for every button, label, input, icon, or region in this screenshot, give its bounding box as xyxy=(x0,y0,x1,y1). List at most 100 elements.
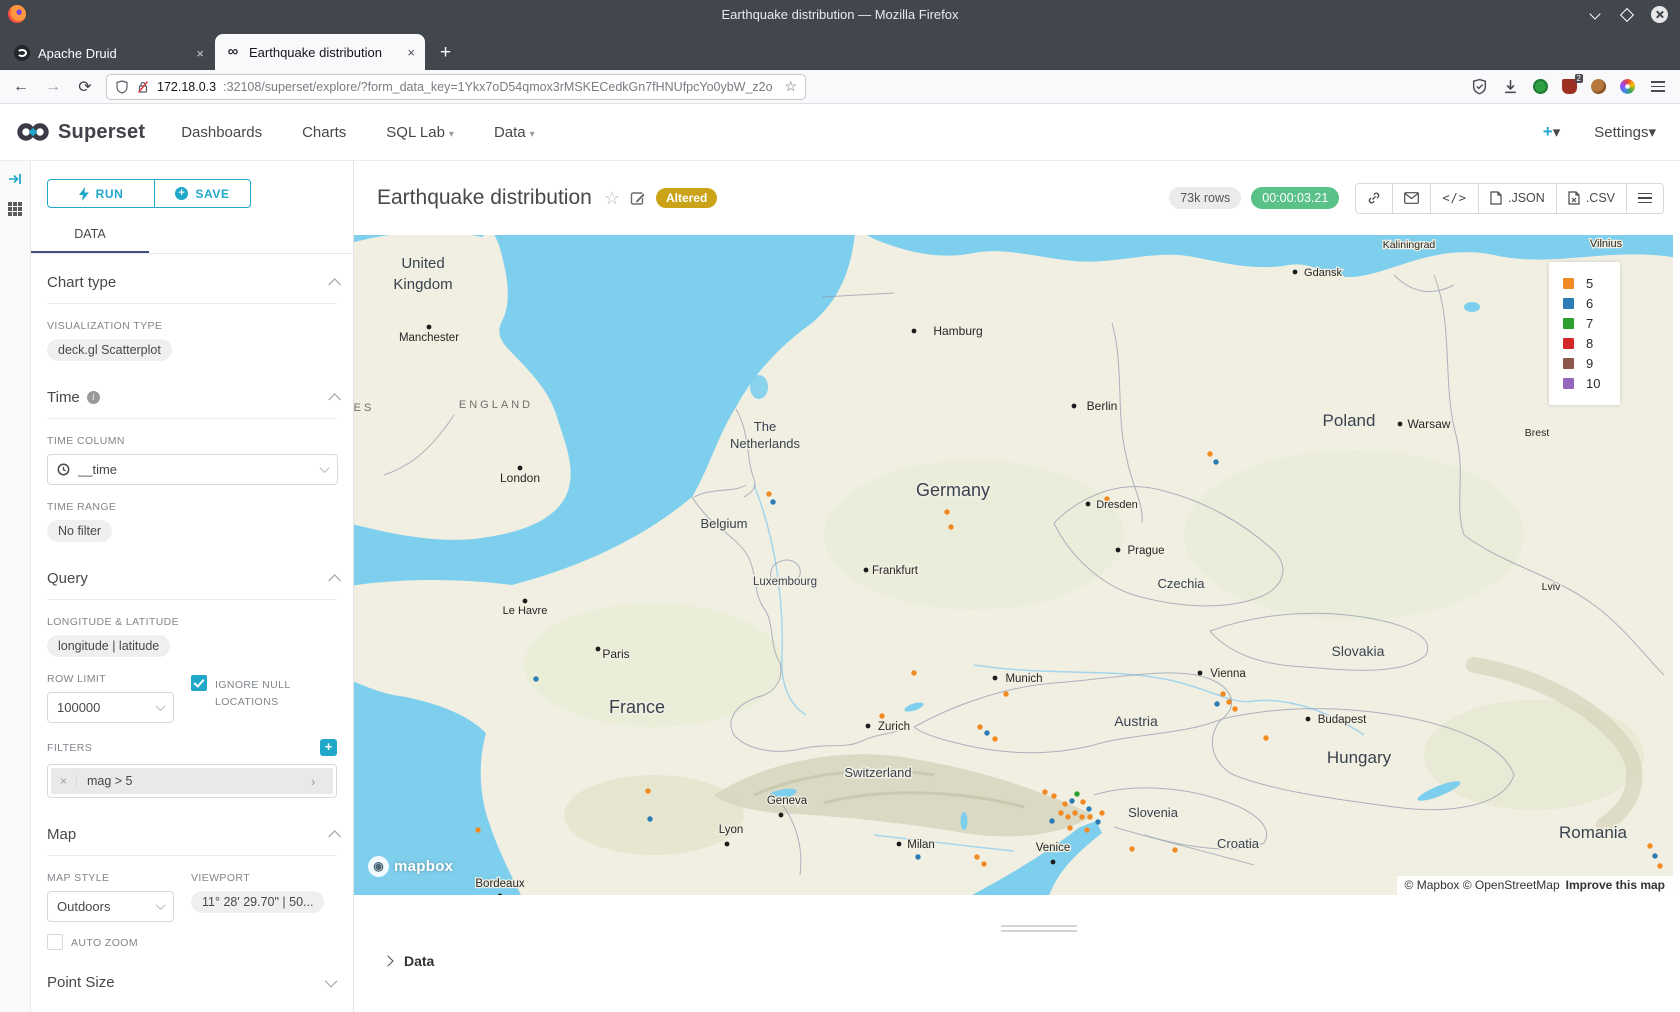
section-chart-type[interactable]: Chart type xyxy=(47,274,337,304)
info-icon[interactable]: i xyxy=(87,391,100,404)
earthquake-point[interactable] xyxy=(647,816,652,821)
bookmark-star-icon[interactable]: ☆ xyxy=(784,78,797,95)
settings-menu[interactable]: Settings▾ xyxy=(1594,123,1656,141)
earthquake-point[interactable] xyxy=(645,788,650,793)
earthquake-point[interactable] xyxy=(1074,791,1079,796)
tracking-shield-icon[interactable] xyxy=(115,80,129,94)
earthquake-point[interactable] xyxy=(475,827,480,832)
new-tab-button[interactable]: + xyxy=(426,42,465,70)
attribution-text[interactable]: © Mapbox © OpenStreetMap xyxy=(1405,878,1560,892)
copy-link-button[interactable] xyxy=(1356,184,1393,213)
time-column-select[interactable]: __time xyxy=(47,454,338,485)
earthquake-point[interactable] xyxy=(1657,863,1662,868)
earthquake-point[interactable] xyxy=(533,676,538,681)
earthquake-point[interactable] xyxy=(1067,825,1072,830)
earthquake-point[interactable] xyxy=(915,854,920,859)
filter-item[interactable]: × mag > 5 › xyxy=(51,768,333,794)
earthquake-point[interactable] xyxy=(1065,814,1070,819)
earthquake-point[interactable] xyxy=(944,509,949,514)
protections-shield-icon[interactable] xyxy=(1471,78,1488,95)
chart-menu-button[interactable] xyxy=(1627,184,1663,213)
reload-button[interactable]: ⟳ xyxy=(74,77,96,97)
earthquake-point[interactable] xyxy=(1042,789,1047,794)
earthquake-point[interactable] xyxy=(1099,810,1104,815)
save-button[interactable]: + SAVE xyxy=(155,179,251,208)
earthquake-point[interactable] xyxy=(981,861,986,866)
nav-dashboards[interactable]: Dashboards xyxy=(181,124,262,141)
earthquake-point[interactable] xyxy=(1062,801,1067,806)
viewport-value[interactable]: 11° 28' 29.70" | 50... xyxy=(191,891,324,913)
earthquake-point[interactable] xyxy=(1213,459,1218,464)
tab-close-icon[interactable]: × xyxy=(196,46,204,61)
earthquake-point[interactable] xyxy=(1226,699,1231,704)
expand-panel-icon[interactable] xyxy=(7,171,23,187)
earthquake-point[interactable] xyxy=(1652,853,1657,858)
data-panel-toggle[interactable]: Data xyxy=(384,953,434,969)
earthquake-point[interactable] xyxy=(1214,701,1219,706)
nav-data[interactable]: Data▾ xyxy=(494,124,535,141)
earthquake-point[interactable] xyxy=(1080,799,1085,804)
earthquake-point[interactable] xyxy=(1220,691,1225,696)
section-point-size[interactable]: Point Size xyxy=(47,974,337,1003)
email-button[interactable] xyxy=(1393,184,1431,213)
legend-item[interactable]: 10 xyxy=(1563,376,1604,391)
earthquake-point[interactable] xyxy=(1647,843,1652,848)
tab-apache-druid[interactable]: Apache Druid × xyxy=(4,36,214,70)
new-item-button[interactable]: +▾ xyxy=(1543,122,1560,142)
cookie-extension-icon[interactable] xyxy=(1591,79,1606,94)
earthquake-point[interactable] xyxy=(1003,691,1008,696)
window-minimize-button[interactable] xyxy=(1589,8,1602,21)
section-time[interactable]: Time i xyxy=(47,389,337,419)
ublock-extension-icon[interactable] xyxy=(1562,79,1577,94)
viz-type-value[interactable]: deck.gl Scatterplot xyxy=(47,339,172,361)
tab-data[interactable]: DATA xyxy=(31,218,149,253)
earthquake-point[interactable] xyxy=(1232,706,1237,711)
earthquake-point[interactable] xyxy=(1072,810,1077,815)
earthquake-point[interactable] xyxy=(992,736,997,741)
chevron-right-icon[interactable]: › xyxy=(311,774,333,789)
tab-earthquake-distribution[interactable]: ∞ Earthquake distribution × xyxy=(215,34,425,70)
nav-sql-lab[interactable]: SQL Lab▾ xyxy=(386,124,454,141)
back-button[interactable]: ← xyxy=(10,78,32,96)
lonlat-value[interactable]: longitude | latitude xyxy=(47,635,170,657)
earthquake-point[interactable] xyxy=(1049,818,1054,823)
nav-charts[interactable]: Charts xyxy=(302,124,346,141)
earthquake-point[interactable] xyxy=(1129,846,1134,851)
run-button[interactable]: RUN xyxy=(47,179,155,208)
earthquake-point[interactable] xyxy=(1058,810,1063,815)
downloads-icon[interactable] xyxy=(1502,78,1519,95)
deckgl-map[interactable]: UnitedKingdomENGLANDESFranceTheNetherlan… xyxy=(354,235,1673,895)
earthquake-point[interactable] xyxy=(770,499,775,504)
embed-code-button[interactable]: </> xyxy=(1431,184,1479,213)
legend-item[interactable]: 7 xyxy=(1563,316,1604,331)
window-maximize-button[interactable] xyxy=(1620,8,1633,21)
legend-item[interactable]: 5 xyxy=(1563,276,1604,291)
forward-button[interactable]: → xyxy=(42,78,64,96)
earthquake-point[interactable] xyxy=(948,524,953,529)
earthquake-point[interactable] xyxy=(1069,798,1074,803)
earthquake-point[interactable] xyxy=(1086,806,1091,811)
earthquake-point[interactable] xyxy=(1084,827,1089,832)
earthquake-point[interactable] xyxy=(1172,847,1177,852)
earthquake-point[interactable] xyxy=(1207,451,1212,456)
earthquake-point[interactable] xyxy=(766,491,771,496)
earthquake-point[interactable] xyxy=(1087,814,1092,819)
colorful-extension-icon[interactable] xyxy=(1620,79,1635,94)
section-query[interactable]: Query xyxy=(47,570,337,600)
time-range-value[interactable]: No filter xyxy=(47,520,112,542)
earthquake-point[interactable] xyxy=(911,670,916,675)
url-bar[interactable]: 172.18.0.3:32108/superset/explore/?form_… xyxy=(106,74,806,100)
improve-map-link[interactable]: Improve this map xyxy=(1566,878,1665,892)
auto-zoom-checkbox[interactable] xyxy=(47,934,63,950)
remove-filter-icon[interactable]: × xyxy=(51,774,77,788)
pane-drag-handle[interactable] xyxy=(1001,925,1077,935)
earthquake-point[interactable] xyxy=(977,724,982,729)
earthquake-point[interactable] xyxy=(974,854,979,859)
dataset-grid-icon[interactable] xyxy=(7,201,23,217)
row-limit-select[interactable]: 100000 xyxy=(47,692,174,723)
legend-item[interactable]: 8 xyxy=(1563,336,1604,351)
export-json-button[interactable]: .JSON xyxy=(1479,184,1557,213)
earthquake-point[interactable] xyxy=(1051,793,1056,798)
mapbox-logo[interactable]: ◉ mapbox xyxy=(368,856,453,877)
earthquake-point[interactable] xyxy=(984,730,989,735)
